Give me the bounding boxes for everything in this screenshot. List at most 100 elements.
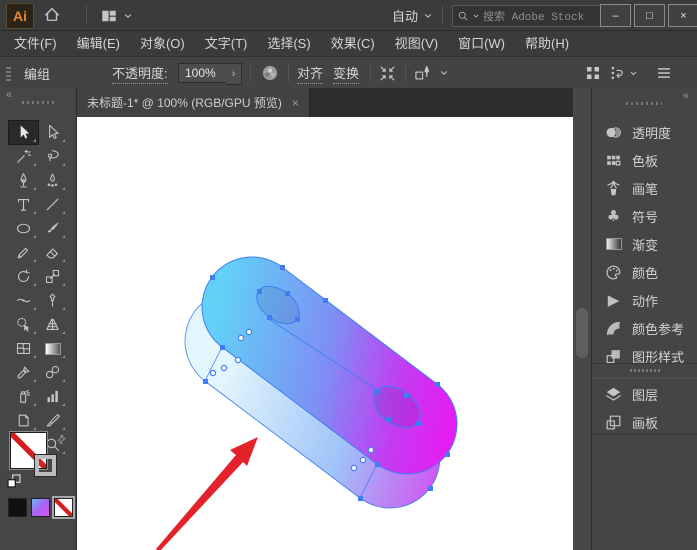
opacity-value-input[interactable]: 100% (178, 63, 232, 83)
grip-handle[interactable] (22, 101, 54, 104)
paintbrush-tool-icon (44, 220, 61, 237)
tool-selection[interactable] (9, 121, 38, 144)
arrange-icon[interactable] (584, 64, 602, 82)
panel-item-artboards[interactable]: 画板 (592, 408, 697, 436)
tool-column-graph[interactable] (38, 385, 67, 408)
panel-menu-icon[interactable] (655, 64, 673, 82)
type-tool-icon (15, 196, 32, 213)
scrollbar-thumb[interactable] (576, 308, 588, 358)
width-tool-icon (15, 292, 32, 309)
menu-item-edit[interactable]: 编辑(E) (67, 31, 130, 56)
tool-paintbrush[interactable] (38, 217, 67, 240)
tab-close-icon[interactable]: × (292, 96, 299, 110)
chevron-down-icon (629, 69, 638, 78)
menu-item-file[interactable]: 文件(F) (4, 31, 67, 56)
slice-tool-icon (44, 412, 61, 429)
transform-link[interactable]: 变换 (333, 63, 359, 84)
workspace-switcher-button[interactable] (100, 7, 133, 25)
tool-pencil[interactable] (9, 241, 38, 264)
search-input[interactable]: 搜索 Adobe Stock (452, 5, 604, 27)
distribute-icon[interactable] (608, 64, 626, 82)
align-link[interactable]: 对齐 (297, 63, 323, 84)
panel-item-transparency[interactable]: 透明度 (592, 118, 697, 146)
panel-item-brushes[interactable]: 画笔 (592, 174, 697, 202)
tool-eyedropper[interactable] (9, 361, 38, 384)
tool-rotate[interactable] (9, 265, 38, 288)
panel-item-color-guide[interactable]: 颜色参考 (592, 314, 697, 342)
panel-item-gradient[interactable]: 渐变 (592, 230, 697, 258)
document-tab[interactable]: 未标题-1* @ 100% (RGB/GPU 预览) × (77, 88, 310, 117)
tool-ellipse[interactable] (9, 217, 38, 240)
home-icon[interactable] (42, 6, 62, 24)
menu-item-effect[interactable]: 效果(C) (321, 31, 385, 56)
tool-shape-builder[interactable] (9, 313, 38, 336)
expand-panel-icon[interactable]: « (683, 90, 689, 102)
panel-item-color[interactable]: 颜色 (592, 258, 697, 286)
direct-selection-tool-icon (44, 124, 61, 141)
tool-pen[interactable] (9, 169, 38, 192)
menu-item-help[interactable]: 帮助(H) (515, 31, 579, 56)
minimize-button[interactable]: – (600, 4, 631, 27)
maximize-button[interactable]: □ (634, 4, 665, 27)
panel-item-swatches[interactable]: 色板 (592, 146, 697, 174)
column-graph-tool-icon (44, 388, 61, 405)
tool-symbol-sprayer[interactable] (9, 385, 38, 408)
workspace: « ⇄ 未标题-1* @ 100% (RGB/G (0, 88, 697, 550)
panel-divider[interactable] (592, 363, 697, 379)
artboard-tool-icon (15, 412, 32, 429)
divider (250, 64, 251, 82)
document-area: 未标题-1* @ 100% (RGB/GPU 预览) × (77, 88, 573, 550)
grip-handle[interactable] (626, 102, 662, 105)
tool-eraser[interactable] (38, 241, 67, 264)
tool-type[interactable] (9, 193, 38, 216)
stroke-swatch[interactable] (35, 455, 56, 476)
opacity-link[interactable]: 不透明度: (112, 63, 168, 84)
panel-item-actions[interactable]: ▶ 动作 (592, 286, 697, 314)
search-placeholder: 搜索 Adobe Stock (483, 8, 584, 24)
symbols-icon: ♣ (604, 207, 623, 226)
pen-tool-icon (15, 172, 32, 189)
tool-width[interactable] (9, 289, 38, 312)
magic-wand-tool-icon (15, 148, 32, 165)
tool-direct-selection[interactable] (38, 121, 67, 144)
menu-item-object[interactable]: 对象(O) (130, 31, 195, 56)
eyedropper-tool-icon (15, 364, 32, 381)
touch-bounds-icon[interactable] (378, 64, 397, 83)
default-fill-stroke-icon[interactable] (6, 473, 22, 489)
tool-blend[interactable] (38, 361, 67, 384)
recolor-artwork-icon[interactable] (260, 63, 280, 83)
tool-free-transform[interactable] (38, 289, 67, 312)
tool-perspective-grid[interactable] (38, 313, 67, 336)
tool-magic-wand[interactable] (9, 145, 38, 168)
tool-curvature[interactable] (38, 169, 67, 192)
menu-item-select[interactable]: 选择(S) (257, 31, 320, 56)
swap-fill-stroke-icon[interactable]: ⇄ (51, 429, 71, 449)
gradient-panel-icon (604, 235, 623, 254)
collapse-panel-icon[interactable]: « (6, 89, 12, 101)
divider (288, 64, 289, 82)
opacity-dropdown-button[interactable]: › (226, 63, 242, 85)
menu-item-type[interactable]: 文字(T) (195, 31, 258, 56)
artwork-3d-slab (77, 117, 572, 550)
tool-gradient[interactable] (38, 337, 67, 360)
panel-item-layers[interactable]: 图层 (592, 380, 697, 408)
auto-dropdown[interactable]: 自动 (392, 6, 433, 25)
grip-handle[interactable] (6, 65, 11, 81)
tool-mesh[interactable] (9, 337, 38, 360)
close-button[interactable]: × (668, 4, 697, 27)
color-mode-button[interactable] (8, 498, 27, 517)
none-mode-button[interactable] (54, 498, 73, 517)
menu-item-view[interactable]: 视图(V) (385, 31, 448, 56)
panel-item-symbols[interactable]: ♣ 符号 (592, 202, 697, 230)
divider (442, 6, 443, 24)
menu-item-window[interactable]: 窗口(W) (448, 31, 515, 56)
gradient-mode-button[interactable] (31, 498, 50, 517)
mesh-tool-icon (15, 340, 32, 357)
tool-lasso[interactable] (38, 145, 67, 168)
tool-line-segment[interactable] (38, 193, 67, 216)
vertical-scrollbar[interactable] (573, 88, 592, 550)
canvas[interactable] (77, 117, 573, 550)
chevron-down-icon (439, 68, 449, 78)
isolate-draw-icon[interactable] (413, 63, 433, 83)
tool-scale[interactable] (38, 265, 67, 288)
